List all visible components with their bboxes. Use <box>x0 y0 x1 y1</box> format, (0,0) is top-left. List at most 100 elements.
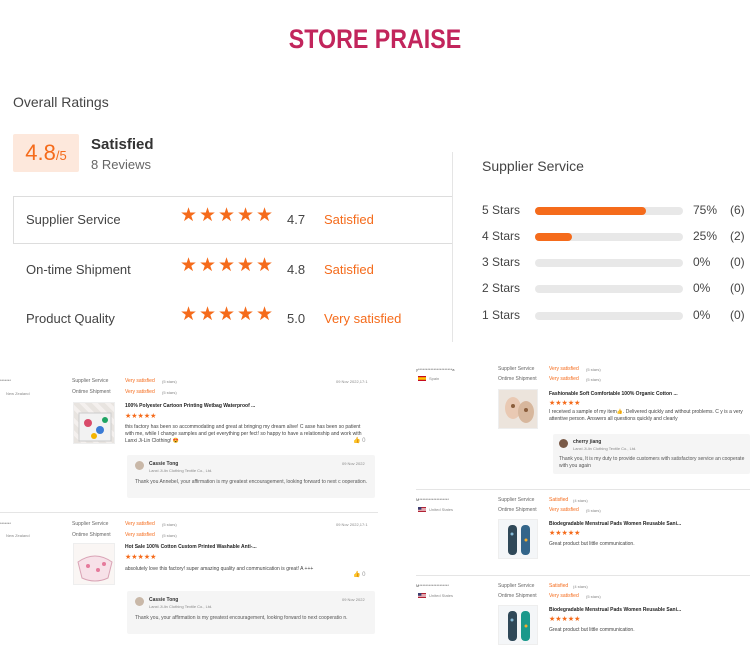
distribution-row[interactable]: 3 Stars 0% (0) <box>482 254 750 270</box>
review-body: Great product but little communication. <box>549 627 635 633</box>
product-title[interactable]: 100% Polyester Cartoon Printing Wetbag W… <box>125 403 255 410</box>
reviewer-name: ******* <box>0 521 11 526</box>
review-stars: ★★★★★ <box>549 616 581 623</box>
divider <box>0 512 378 513</box>
like-button[interactable]: 👍 0 <box>353 572 366 580</box>
supplier-service-rating: Satisfied <box>549 497 569 503</box>
reviewer-name: M******************* <box>416 497 449 502</box>
rating-stars: ★ ★ ★ ★ ★ <box>180 255 274 276</box>
shipment-stars: (5 stars) <box>586 594 601 599</box>
reply-date: 09 Nov 2022 <box>342 597 365 602</box>
star-icon: ★ <box>256 304 274 325</box>
shipment-label: Ontime Shipment <box>72 532 111 538</box>
reviewer-country: Spain <box>429 376 440 381</box>
review-body: absolutely love this factory! super amaz… <box>125 566 314 572</box>
rating-row-ontime-shipment[interactable]: On-time Shipment ★ ★ ★ ★ ★ 4.8 Satisfied <box>13 246 452 294</box>
supplier-service-rating: Very satisfied <box>549 366 579 372</box>
supplier-service-title: Supplier Service <box>482 158 584 174</box>
star-icon: ★ <box>218 205 236 226</box>
divider <box>416 489 750 490</box>
shipment-rating: Very satisfied <box>125 389 155 395</box>
star-icon: ★ <box>218 255 236 276</box>
reply-text: Thank you, your affirmation is my greate… <box>135 615 348 621</box>
supplier-service-label: Supplier Service <box>72 378 109 384</box>
review-card: M******************* United States Suppl… <box>416 578 750 658</box>
star-icon: ★ <box>256 205 274 226</box>
overall-score: 4.8 <box>25 140 56 165</box>
product-thumbnail[interactable] <box>498 605 538 645</box>
star-icon: ★ <box>199 205 217 226</box>
shipment-stars: (5 stars) <box>162 533 177 538</box>
distribution-row[interactable]: 5 Stars 75% (6) <box>482 202 750 218</box>
supplier-service-label: Supplier Service <box>498 366 535 372</box>
distribution-label: 5 Stars <box>482 203 521 217</box>
star-icon: ★ <box>199 255 217 276</box>
reply-name: cherry jiang <box>573 439 602 445</box>
rating-stars: ★ ★ ★ ★ ★ <box>180 205 274 226</box>
product-thumbnail[interactable] <box>498 519 538 559</box>
avatar <box>559 439 568 448</box>
distribution-percent: 25% <box>693 229 718 243</box>
reply-company: Lanxi Ji-lin Clothing Textile Co., Ltd. <box>149 604 213 609</box>
distribution-bar <box>535 207 683 215</box>
reply-text: Thank you Annebel, your affirmation is m… <box>135 479 367 485</box>
distribution-label: 2 Stars <box>482 281 521 295</box>
product-title[interactable]: Biodegradable Menstrual Pads Women Reusa… <box>549 521 681 528</box>
shipment-label: Ontime Shipment <box>72 389 111 395</box>
product-title[interactable]: Fashionable Soft Comfortable 100% Organi… <box>549 391 678 398</box>
product-thumbnail[interactable] <box>73 402 115 444</box>
review-card: ******* New Zealand Supplier Service Ver… <box>0 372 378 512</box>
supplier-service-label: Supplier Service <box>498 583 535 589</box>
rating-row-product-quality[interactable]: Product Quality ★ ★ ★ ★ ★ 5.0 Very satisfied <box>13 295 452 343</box>
distribution-row[interactable]: 1 Stars 0% (0) <box>482 307 750 323</box>
star-icon: ★ <box>237 205 255 226</box>
product-title[interactable]: Hot Sale 100% Cotton Custom Printed Wash… <box>125 544 257 551</box>
thumbs-up-icon: 👍 <box>353 438 361 444</box>
supplier-service-stars: (4 stars) <box>573 584 588 589</box>
page-title: STORE PRAISE <box>288 24 462 54</box>
like-button[interactable]: 👍 0 <box>353 438 366 446</box>
product-thumbnail[interactable] <box>498 389 538 429</box>
star-icon: ★ <box>199 304 217 325</box>
star-icon: ★ <box>237 255 255 276</box>
distribution-count: (6) <box>730 203 745 217</box>
rating-text: Satisfied <box>324 212 374 227</box>
distribution-percent: 0% <box>693 308 711 322</box>
distribution-label: 3 Stars <box>482 255 521 269</box>
review-card: M******************* United States Suppl… <box>416 492 750 572</box>
product-title[interactable]: Biodegradable Menstrual Pads Women Reusa… <box>549 607 681 614</box>
rating-value: 4.8 <box>287 262 306 277</box>
thumbs-up-icon: 👍 <box>353 572 361 578</box>
spain-flag-icon <box>418 376 426 381</box>
distribution-label: 4 Stars <box>482 229 521 243</box>
rating-label: Supplier Service <box>26 212 121 227</box>
rating-stars: ★ ★ ★ ★ ★ <box>180 304 274 325</box>
distribution-fill <box>535 207 646 215</box>
rating-text: Satisfied <box>324 262 374 277</box>
distribution-bar <box>535 259 683 267</box>
product-thumbnail[interactable] <box>73 543 115 585</box>
review-card: y**********************a Spain Supplier … <box>416 361 750 489</box>
avatar <box>135 597 144 606</box>
overall-ratings-label: Overall Ratings <box>13 94 109 110</box>
review-date: 09 Nov 2022,17:1 <box>336 379 368 384</box>
supplier-reply: Cassie Tong Lanxi Ji-lin Clothing Textil… <box>127 455 375 498</box>
review-date: 09 Nov 2022,17:1 <box>336 522 368 527</box>
distribution-row[interactable]: 2 Stars 0% (0) <box>482 280 750 296</box>
supplier-reply: Cassie Tong Lanxi Ji-lin Clothing Textil… <box>127 591 375 634</box>
star-icon: ★ <box>237 304 255 325</box>
supplier-service-stars: (5 stars) <box>162 379 177 384</box>
overall-score-badge: 4.8 /5 <box>13 134 79 172</box>
star-icon: ★ <box>218 304 236 325</box>
review-card: ******* New Zealand Supplier Service Ver… <box>0 515 378 655</box>
rating-row-supplier-service[interactable]: Supplier Service ★ ★ ★ ★ ★ 4.7 Satisfied <box>13 196 452 244</box>
divider <box>416 575 750 576</box>
distribution-percent: 75% <box>693 203 718 217</box>
distribution-bar <box>535 312 683 320</box>
distribution-label: 1 Stars <box>482 308 521 322</box>
distribution-count: (0) <box>730 308 745 322</box>
supplier-service-stars: (5 stars) <box>162 522 177 527</box>
shipment-stars: (5 stars) <box>162 390 177 395</box>
reply-date: 09 Nov 2022 <box>342 461 365 466</box>
distribution-row[interactable]: 4 Stars 25% (2) <box>482 228 750 244</box>
